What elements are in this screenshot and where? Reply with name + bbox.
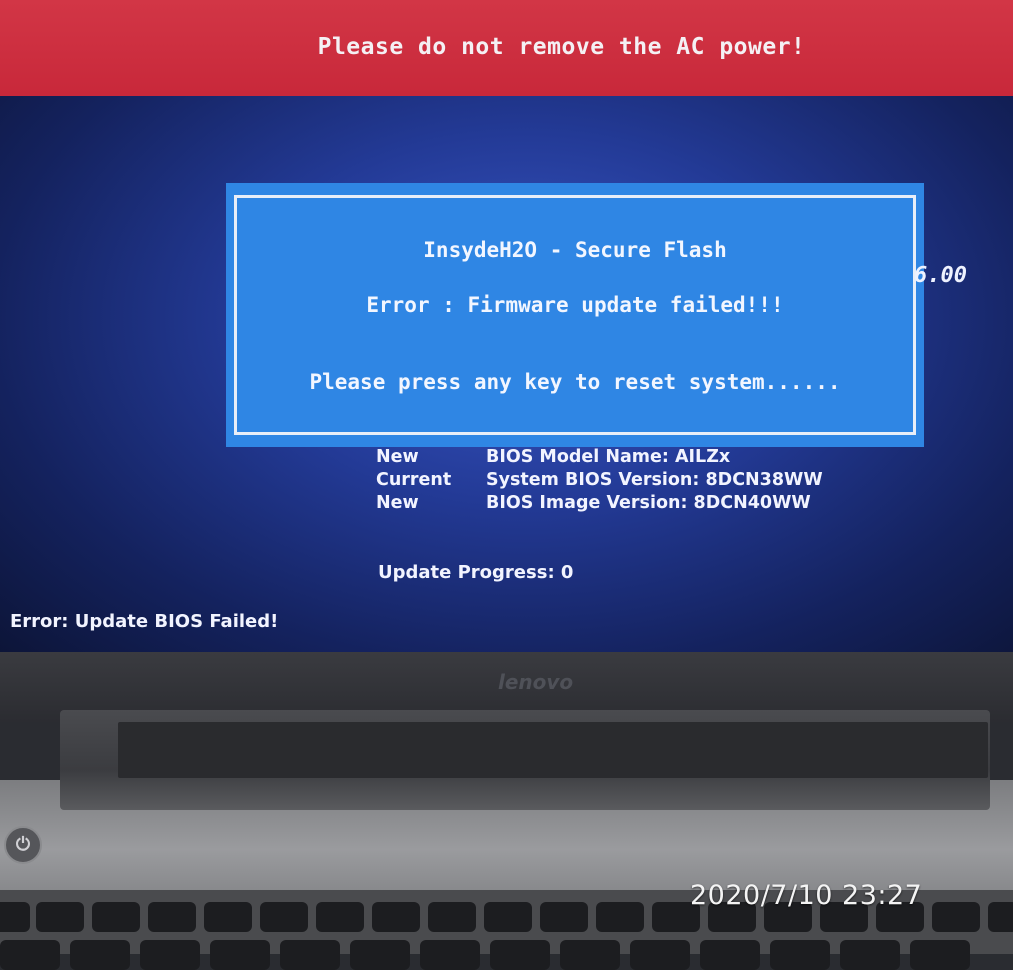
keyboard-key[interactable]: [490, 940, 550, 970]
update-error-line: Error: Update BIOS Failed!: [10, 611, 279, 632]
secure-flash-dialog: InsydeH2O - Secure Flash Error : Firmwar…: [226, 183, 924, 447]
photo-timestamp: 2020/7/10 23:27: [690, 880, 923, 911]
keyboard-key[interactable]: [210, 940, 270, 970]
row-prefix: New: [376, 447, 419, 467]
ac-power-warning: Please do not remove the AC power!: [317, 34, 806, 60]
row-prefix: Current: [376, 470, 452, 490]
keyboard-key[interactable]: [280, 940, 340, 970]
keyboard-key[interactable]: [770, 940, 830, 970]
keyboard-key[interactable]: [350, 940, 410, 970]
row-prefix: New: [376, 493, 419, 513]
keyboard-key[interactable]: [484, 902, 532, 932]
keyboard-key[interactable]: [560, 940, 620, 970]
keyboard-key[interactable]: [596, 902, 644, 932]
update-progress: Update Progress: 0: [378, 562, 574, 583]
keyboard-key[interactable]: [0, 902, 30, 932]
power-button-icon[interactable]: ⏻: [4, 826, 42, 864]
keyboard-key[interactable]: [204, 902, 252, 932]
lenovo-logo: lenovo: [498, 670, 574, 694]
dialog-error-message: Error : Firmware update failed!!!: [366, 293, 784, 317]
bios-info-block: New BIOS Model Name: AILZx Current Syste…: [376, 446, 823, 515]
partial-version-text: 6.00: [914, 263, 967, 288]
keyboard-key[interactable]: [316, 902, 364, 932]
keyboard-key[interactable]: [910, 940, 970, 970]
warning-banner: Please do not remove the AC power!: [0, 0, 1013, 96]
keyboard-key[interactable]: [372, 902, 420, 932]
keyboard-key[interactable]: [428, 902, 476, 932]
keyboard-key[interactable]: [140, 940, 200, 970]
keyboard-key[interactable]: [840, 940, 900, 970]
row-text: BIOS Image Version: 8DCN40WW: [486, 493, 811, 513]
hinge-bar: [118, 722, 988, 778]
keyboard-key[interactable]: [260, 902, 308, 932]
keyboard-key[interactable]: [630, 940, 690, 970]
keyboard-key[interactable]: [148, 902, 196, 932]
keyboard-key[interactable]: [700, 940, 760, 970]
keyboard-key[interactable]: [0, 940, 60, 970]
current-version-row: Current System BIOS Version: 8DCN38WW: [376, 469, 823, 492]
dialog-reset-prompt: Please press any key to reset system....…: [309, 370, 841, 394]
row-text: BIOS Model Name: AILZx: [486, 447, 731, 467]
keyboard-key[interactable]: [420, 940, 480, 970]
bios-model-row: New BIOS Model Name: AILZx: [376, 446, 823, 469]
row-text: System BIOS Version: 8DCN38WW: [486, 470, 823, 490]
keyboard-key[interactable]: [932, 902, 980, 932]
keyboard-key[interactable]: [36, 902, 84, 932]
dialog-title: InsydeH2O - Secure Flash: [423, 238, 727, 262]
keyboard-key[interactable]: [988, 902, 1013, 932]
new-image-version-row: New BIOS Image Version: 8DCN40WW: [376, 492, 823, 515]
bios-screen: Please do not remove the AC power! Insyd…: [0, 0, 1013, 662]
keyboard-key[interactable]: [540, 902, 588, 932]
keyboard-key[interactable]: [92, 902, 140, 932]
keyboard-key[interactable]: [70, 940, 130, 970]
